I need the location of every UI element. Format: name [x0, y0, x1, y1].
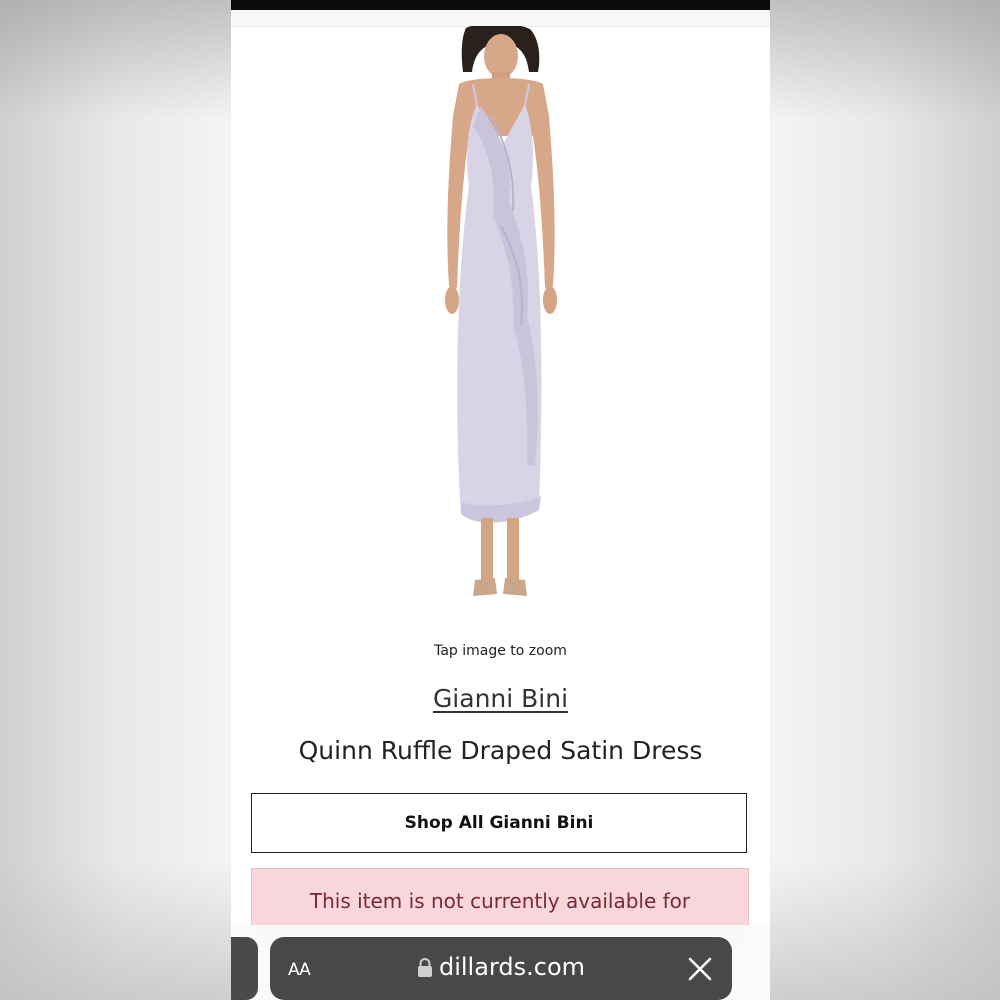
url-text: dillards.com	[438, 953, 585, 981]
close-icon[interactable]	[686, 955, 714, 983]
product-image[interactable]	[381, 26, 621, 606]
url-display[interactable]: dillards.com	[270, 953, 732, 981]
shop-all-brand-button[interactable]: Shop All Gianni Bini	[251, 793, 747, 853]
shop-all-brand-label: Shop All Gianni Bini	[404, 813, 594, 833]
page-top-strip	[231, 10, 770, 27]
previous-tab-preview[interactable]	[231, 937, 258, 1000]
lock-icon	[417, 958, 432, 977]
product-title: Quinn Ruffle Draped Satin Dress	[298, 736, 703, 765]
brand-link[interactable]: Gianni Bini	[231, 684, 770, 713]
status-bar	[231, 0, 770, 10]
brand-link-label[interactable]: Gianni Bini	[433, 684, 568, 713]
phone-screen: Tap image to zoom Gianni Bini Quinn Ruff…	[231, 0, 770, 1000]
address-bar[interactable]: AA dillards.com	[270, 937, 732, 1000]
availability-message: This item is not currently available for	[309, 889, 691, 913]
zoom-hint: Tap image to zoom	[434, 643, 567, 659]
